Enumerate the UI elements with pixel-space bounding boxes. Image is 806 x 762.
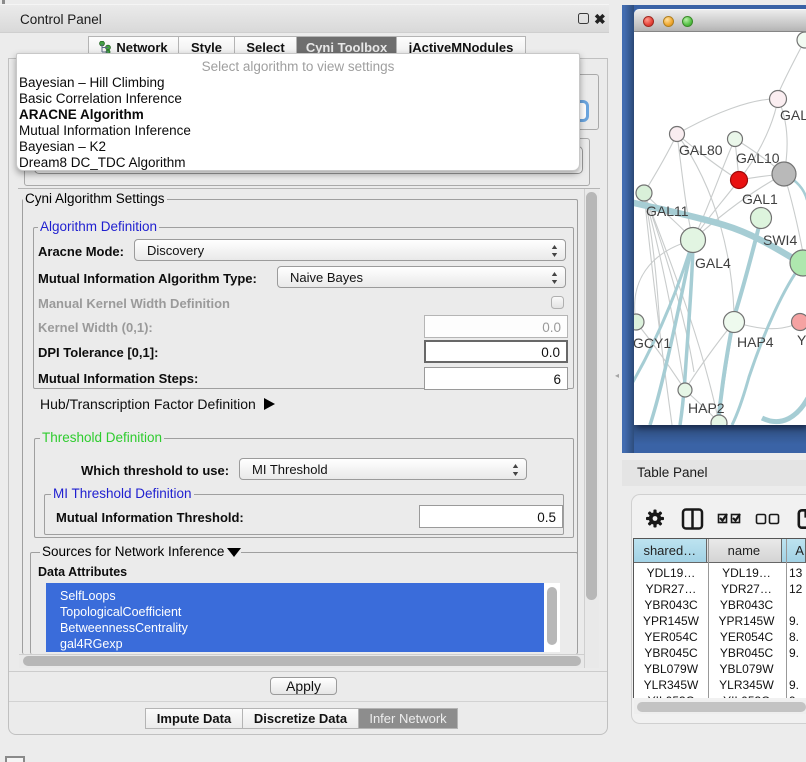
svg-text:Y: Y bbox=[797, 332, 806, 348]
svg-text:GAL80: GAL80 bbox=[679, 142, 723, 158]
svg-text:GAL4: GAL4 bbox=[695, 255, 731, 271]
svg-text:GAL11: GAL11 bbox=[646, 203, 689, 219]
svg-text:GAL1: GAL1 bbox=[742, 191, 778, 207]
svg-text:GAL10: GAL10 bbox=[736, 150, 780, 166]
svg-text:SWI4: SWI4 bbox=[763, 232, 797, 248]
svg-text:HAP4: HAP4 bbox=[737, 334, 774, 350]
svg-text:GAL: GAL bbox=[780, 107, 806, 123]
svg-text:GCY1: GCY1 bbox=[634, 335, 671, 351]
svg-text:HAP2: HAP2 bbox=[688, 400, 725, 416]
